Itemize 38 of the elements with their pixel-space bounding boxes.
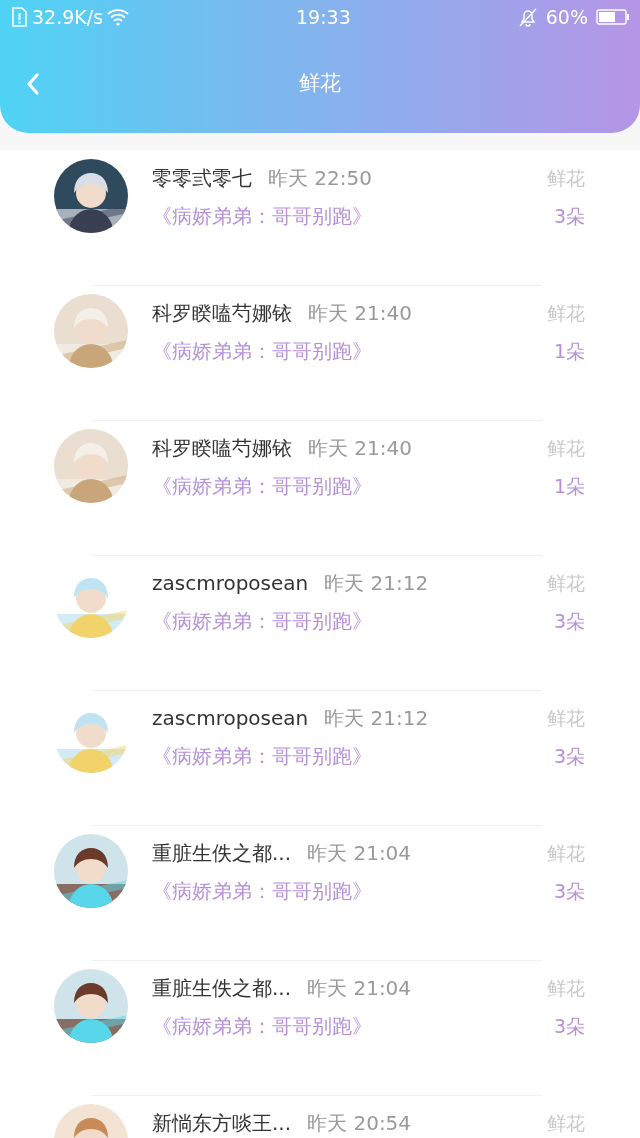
user-name: zascmroposean bbox=[152, 570, 309, 597]
user-name: 重脏生佚之都... bbox=[152, 975, 292, 1002]
book-title-link[interactable]: 《病娇弟弟：哥哥别跑》 bbox=[152, 741, 372, 771]
book-title-link[interactable]: 《病娇弟弟：哥哥别跑》 bbox=[152, 606, 372, 636]
flower-count: 3朵 bbox=[553, 609, 585, 634]
battery-icon bbox=[596, 8, 630, 26]
book-title-link[interactable]: 《病娇弟弟：哥哥别跑》 bbox=[152, 201, 372, 231]
network-speed: 32.9K/s bbox=[32, 4, 104, 30]
user-name: 重脏生佚之都... bbox=[152, 840, 292, 867]
user-name: 科罗睽嗑芍娜铱 bbox=[152, 435, 292, 462]
user-name: zascmroposean bbox=[152, 705, 309, 732]
timestamp: 昨天 21:12 bbox=[324, 705, 429, 732]
flower-count: 1朵 bbox=[553, 339, 585, 364]
user-name: 零零弎零七 bbox=[152, 165, 252, 192]
timestamp: 昨天 21:04 bbox=[307, 975, 412, 1002]
user-name: 新惝东方啖王... bbox=[152, 1110, 292, 1137]
user-name: 科罗睽嗑芍娜铱 bbox=[152, 300, 292, 327]
timestamp: 昨天 21:12 bbox=[324, 570, 429, 597]
book-title-link[interactable]: 《病娇弟弟：哥哥别跑》 bbox=[152, 876, 372, 906]
battery-percent: 60% bbox=[545, 4, 588, 30]
book-title-link[interactable]: 《病娇弟弟：哥哥别跑》 bbox=[152, 336, 372, 366]
flower-count: 3朵 bbox=[553, 1014, 585, 1039]
wifi-icon bbox=[107, 8, 130, 26]
flower-count: 3朵 bbox=[553, 879, 585, 904]
timestamp: 昨天 21:40 bbox=[308, 435, 412, 462]
book-title-link[interactable]: 《病娇弟弟：哥哥别跑》 bbox=[152, 471, 372, 501]
flower-count: 1朵 bbox=[553, 474, 585, 499]
clock: 19:33 bbox=[296, 4, 351, 30]
timestamp: 昨天 21:40 bbox=[308, 300, 412, 327]
timestamp: 昨天 20:54 bbox=[307, 1110, 412, 1137]
flower-count: 3朵 bbox=[553, 204, 585, 229]
book-title-link[interactable]: 《病娇弟弟：哥哥别跑》 bbox=[152, 1011, 372, 1041]
timestamp: 昨天 22:50 bbox=[268, 165, 372, 192]
timestamp: 昨天 21:04 bbox=[307, 840, 412, 867]
flower-count: 3朵 bbox=[553, 744, 585, 769]
page-title: 鲜花 bbox=[299, 69, 341, 97]
sim-card-icon bbox=[10, 7, 28, 27]
bell-off-icon bbox=[517, 7, 538, 27]
